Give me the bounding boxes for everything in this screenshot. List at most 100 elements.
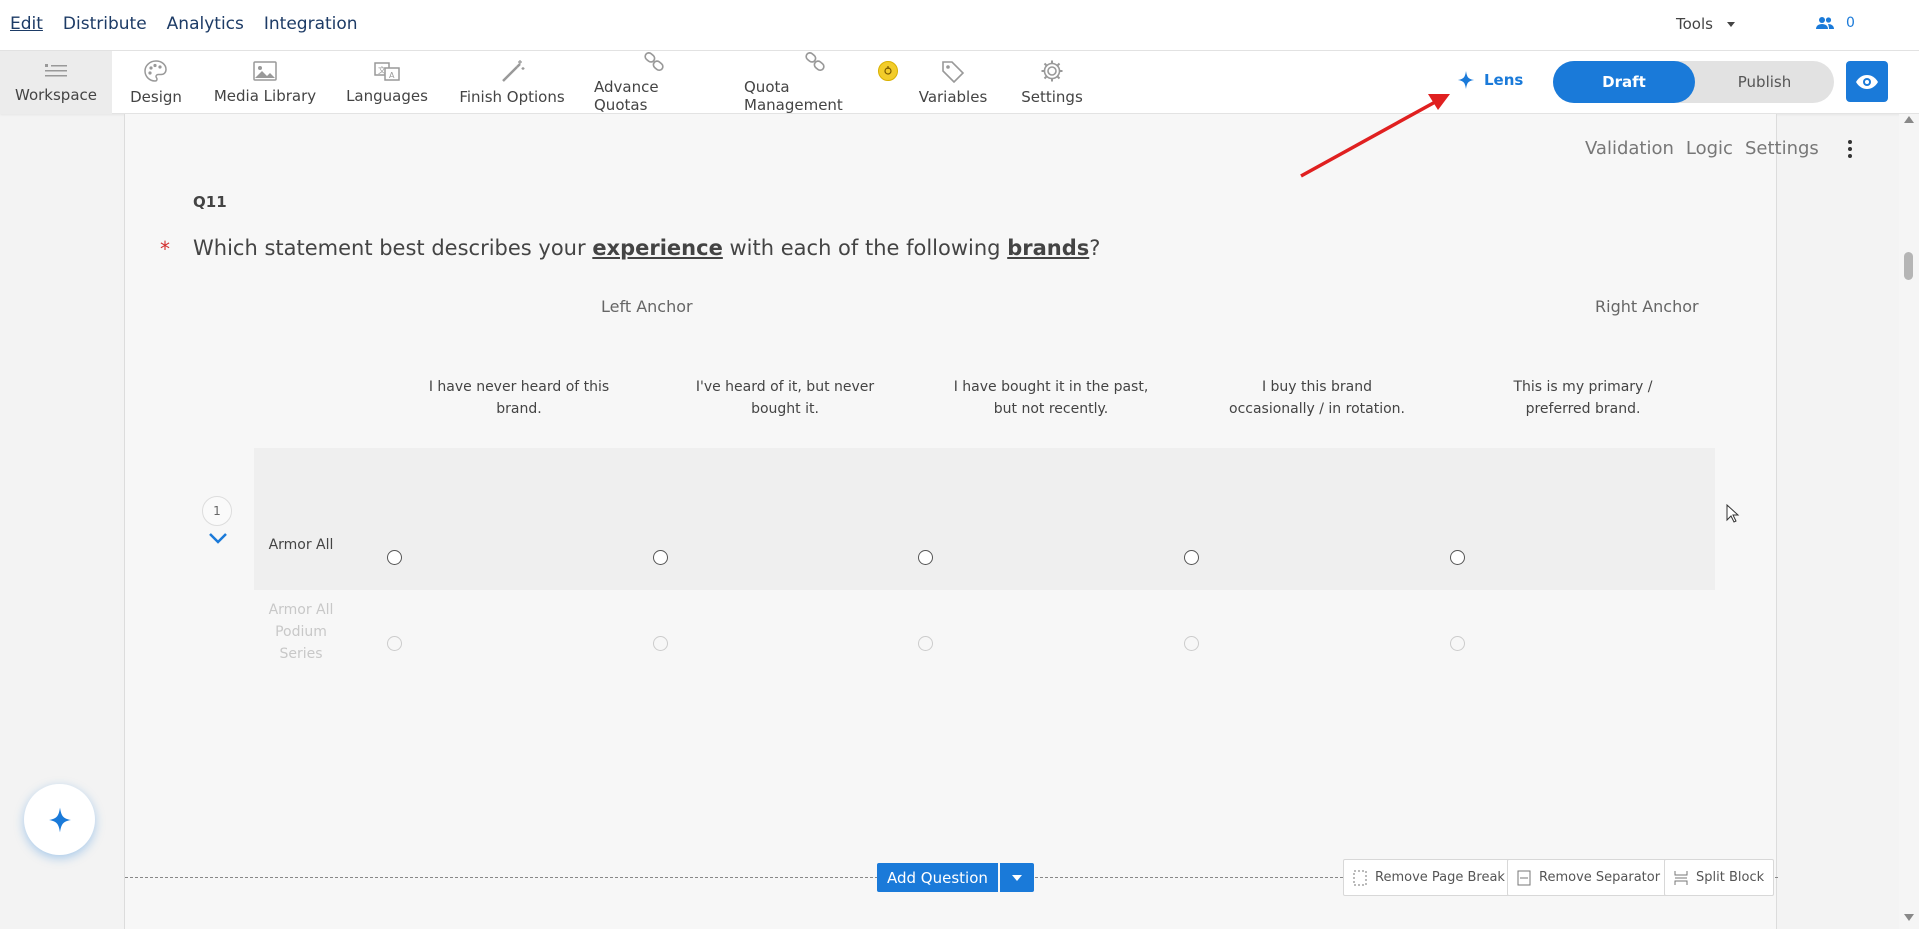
question-settings-link[interactable]: Settings xyxy=(1745,138,1819,159)
scroll-down-icon[interactable] xyxy=(1904,914,1914,921)
column-header[interactable]: I buy this brand occasionally / in rotat… xyxy=(1217,376,1417,420)
split-icon xyxy=(1674,870,1688,885)
column-header[interactable]: I have bought it in the past, but not re… xyxy=(951,376,1151,420)
toolbar-quota-management[interactable]: Quota Management xyxy=(744,51,886,114)
caret-down-icon xyxy=(1011,874,1022,881)
radio-option[interactable] xyxy=(1450,636,1465,651)
row-number-badge[interactable]: 1 xyxy=(202,496,232,526)
matrix-row-highlight xyxy=(254,448,1715,590)
palette-icon xyxy=(144,60,167,82)
more-options-icon[interactable] xyxy=(1841,139,1859,158)
magic-wand-icon xyxy=(502,60,525,82)
row-label[interactable]: Armor All xyxy=(266,534,336,556)
column-header[interactable]: I've heard of it, but never bought it. xyxy=(685,376,885,420)
users-icon xyxy=(1816,17,1834,29)
toolbar-label: Quota Management xyxy=(744,78,843,114)
tools-dropdown[interactable]: Tools xyxy=(1676,15,1735,33)
scroll-thumb[interactable] xyxy=(1904,252,1913,280)
lens-button[interactable]: Lens xyxy=(1458,71,1523,89)
menu-analytics[interactable]: Analytics xyxy=(167,14,244,34)
lens-assistant-button[interactable] xyxy=(24,784,95,855)
radio-option[interactable] xyxy=(1450,550,1465,565)
radio-option[interactable] xyxy=(1184,636,1199,651)
link-icon xyxy=(644,52,664,72)
translate-icon: 文A xyxy=(374,62,400,81)
radio-option[interactable] xyxy=(1184,550,1199,565)
toolbar-label: Workspace xyxy=(15,86,97,104)
question-text-emphasis: brands xyxy=(1007,236,1090,260)
add-question-button[interactable]: Add Question xyxy=(877,863,998,892)
remove-separator-button[interactable]: Remove Separator xyxy=(1507,859,1671,896)
toolbar-settings[interactable]: Settings xyxy=(1018,51,1086,114)
user-count: 0 xyxy=(1846,15,1855,31)
sparkle-icon xyxy=(1458,71,1474,89)
toolbar-label: Design xyxy=(130,88,182,106)
radio-option[interactable] xyxy=(653,636,668,651)
toolbar-advance-quotas[interactable]: Advance Quotas xyxy=(594,51,714,114)
question-text-emphasis: experience xyxy=(592,236,723,260)
draft-publish-toggle: Draft Publish xyxy=(1553,61,1834,103)
toolbar-languages[interactable]: 文A Languages xyxy=(338,51,436,114)
radio-option[interactable] xyxy=(918,550,933,565)
button-label: Remove Separator xyxy=(1539,870,1661,885)
toolbar-label: Media Library xyxy=(213,87,317,105)
button-label: Remove Page Break xyxy=(1375,870,1505,885)
toolbar-workspace[interactable]: Workspace xyxy=(0,51,112,114)
scroll-up-icon[interactable] xyxy=(1904,116,1914,123)
mouse-cursor-icon xyxy=(1726,504,1740,523)
toolbar-label: Variables xyxy=(918,88,988,106)
column-header[interactable]: I have never heard of this brand. xyxy=(419,376,619,420)
toolbar-media-library[interactable]: Media Library xyxy=(208,51,322,114)
collaborators[interactable]: 0 xyxy=(1816,15,1855,31)
menu-edit[interactable]: Edit xyxy=(10,14,43,34)
toolbar-design[interactable]: Design xyxy=(112,51,200,114)
toolbar-variables[interactable]: Variables xyxy=(916,51,990,114)
page-break-icon xyxy=(1353,870,1367,885)
chevron-down-icon[interactable] xyxy=(208,532,228,544)
top-navigation: Edit Distribute Analytics Integration To… xyxy=(0,0,1919,51)
left-anchor-label[interactable]: Left Anchor xyxy=(601,297,693,316)
tag-icon xyxy=(942,61,965,83)
right-anchor-label[interactable]: Right Anchor xyxy=(1595,297,1699,316)
gear-icon xyxy=(1041,60,1063,82)
remove-page-break-button[interactable]: Remove Page Break xyxy=(1343,859,1515,896)
image-icon xyxy=(253,61,277,81)
separator-icon xyxy=(1517,870,1531,885)
add-question-dropdown[interactable] xyxy=(999,863,1034,892)
split-block-button[interactable]: Split Block xyxy=(1664,859,1775,896)
row-label[interactable]: Armor All Podium Series xyxy=(266,599,336,665)
draft-button[interactable]: Draft xyxy=(1553,61,1695,103)
quota-badge-icon xyxy=(878,61,898,81)
vertical-scrollbar[interactable] xyxy=(1899,114,1919,929)
radio-option[interactable] xyxy=(387,550,402,565)
required-marker: * xyxy=(160,237,170,261)
logic-link[interactable]: Logic xyxy=(1686,138,1733,159)
validation-link[interactable]: Validation xyxy=(1585,138,1674,159)
main-menu: Edit Distribute Analytics Integration xyxy=(10,14,358,34)
question-number: Q11 xyxy=(193,193,227,211)
question-text[interactable]: Which statement best describes your expe… xyxy=(193,236,1100,260)
toolbar-label: Languages xyxy=(346,87,428,105)
question-actions: Validation Logic Settings xyxy=(1585,138,1859,159)
radio-option[interactable] xyxy=(387,636,402,651)
column-header[interactable]: This is my primary / preferred brand. xyxy=(1483,376,1683,420)
publish-button[interactable]: Publish xyxy=(1695,61,1834,103)
preview-button[interactable] xyxy=(1846,61,1888,102)
radio-option[interactable] xyxy=(918,636,933,651)
menu-integration[interactable]: Integration xyxy=(264,14,358,34)
lens-label: Lens xyxy=(1484,71,1524,89)
survey-canvas: Validation Logic Settings Q11 * Which st… xyxy=(124,114,1852,929)
tools-label: Tools xyxy=(1676,15,1713,33)
question-text-part: Which statement best describes your xyxy=(193,236,593,260)
toolbar-finish-options[interactable]: Finish Options xyxy=(456,51,568,114)
question-text-part: with each of the following xyxy=(722,236,1008,260)
menu-distribute[interactable]: Distribute xyxy=(63,14,147,34)
sparkle-icon xyxy=(48,807,71,832)
svg-text:A: A xyxy=(389,71,395,80)
link-icon xyxy=(805,52,825,72)
radio-option[interactable] xyxy=(653,550,668,565)
toolbar-label: Finish Options xyxy=(459,88,565,106)
workspace-icon xyxy=(45,64,67,77)
button-label: Split Block xyxy=(1696,870,1765,885)
question-text-part: ? xyxy=(1089,236,1101,260)
